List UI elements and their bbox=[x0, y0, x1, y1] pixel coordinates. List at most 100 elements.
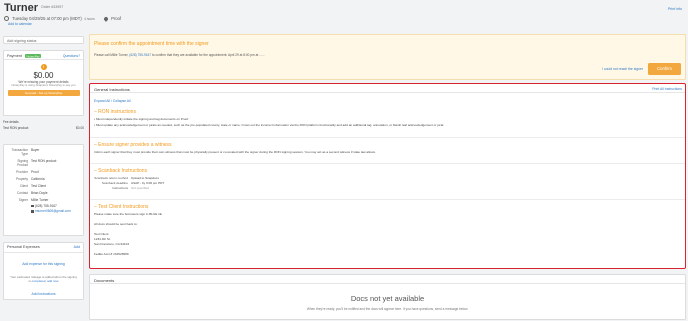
signer-phone: (628) 755-9167 bbox=[35, 203, 57, 208]
signing-details-panel: Transaction Type Buyer Signing Product Tes… bbox=[3, 144, 84, 236]
scanback-key: Scanback return method bbox=[94, 175, 128, 180]
client-line: FedEx Acct # 134526589 bbox=[94, 251, 129, 256]
add-expense-link[interactable]: Add bbox=[74, 245, 80, 250]
witness-title[interactable]: – Ensure signer provides a witness bbox=[94, 142, 681, 149]
fee-details-title: Fee details bbox=[3, 120, 19, 124]
payment-amount: $0.00 bbox=[33, 71, 54, 80]
detail-row: Contact Brian Doyle bbox=[6, 191, 81, 195]
detail-value: Test RON product bbox=[31, 159, 57, 164]
warning-icon: ! bbox=[40, 64, 47, 70]
documents-panel: Documents Docs not yet available When th… bbox=[89, 274, 686, 320]
scanback-instructions: – Scanback Instructions Scanback return … bbox=[94, 168, 681, 190]
add-instructions-link[interactable]: Add instructions bbox=[4, 292, 83, 296]
instructions-title: General Instructions bbox=[94, 87, 130, 92]
signer-name: Millie Turner bbox=[31, 198, 49, 203]
scanback-value: Not specified bbox=[131, 186, 149, 191]
scanback-value: Upload to Snapdocs bbox=[131, 175, 159, 180]
scanback-title[interactable]: – Scanback Instructions bbox=[94, 168, 681, 175]
setup-notarypay-button[interactable]: Get paid - Set up NotaryPay bbox=[7, 89, 80, 96]
ron-item: • Must independently initiate the signin… bbox=[94, 117, 189, 122]
print-all-instructions-link[interactable]: Print All Instructions bbox=[652, 87, 682, 91]
divider bbox=[90, 163, 685, 164]
client-line: All docs should be sent back to: bbox=[94, 222, 138, 227]
confirm-desc-suffix: to confirm that they are available for t… bbox=[151, 53, 265, 57]
location-pin-icon bbox=[103, 16, 109, 22]
fee-price: $0.00 bbox=[76, 125, 84, 130]
print-info-link[interactable]: Print info bbox=[668, 7, 682, 12]
confirm-description: Please call Millie Turner, (628) 755-916… bbox=[94, 53, 264, 57]
scanback-key: Instructions bbox=[112, 186, 128, 191]
docs-empty-subtitle: When they're ready, you'll be notified a… bbox=[306, 306, 469, 311]
ron-item-text: Must update any acknowledgement or jurat… bbox=[95, 122, 445, 127]
add-signing-status-button[interactable]: Add signing status bbox=[3, 36, 84, 44]
detail-key: Transaction Type bbox=[11, 148, 28, 157]
questions-link[interactable]: Questions? bbox=[63, 54, 80, 58]
ron-item-text: Must independently initiate the signing … bbox=[95, 117, 189, 122]
confirm-appointment-panel: Please confirm the appointment time with… bbox=[89, 34, 686, 80]
order-number: Order #33997 bbox=[41, 5, 64, 9]
detail-key: Signing Product bbox=[17, 159, 28, 168]
client-instructions-title[interactable]: – Test Client Instructions bbox=[94, 204, 681, 211]
add-to-calendar-link[interactable]: Add to calendar bbox=[8, 22, 32, 26]
divider bbox=[90, 199, 685, 200]
appointment-location: Proof bbox=[111, 16, 122, 21]
ron-instructions-title[interactable]: – RON instructions bbox=[94, 109, 681, 116]
confirm-button[interactable]: Confirm bbox=[648, 63, 681, 75]
docs-empty-title: Docs not yet available bbox=[350, 294, 425, 303]
detail-value: Test Client bbox=[31, 184, 46, 189]
signer-label: Signer bbox=[18, 198, 28, 203]
fee-details: Fee details Test RON product $0.00 bbox=[3, 120, 84, 130]
scanback-row: Scanback return method Upload to Snapdocs bbox=[94, 176, 681, 180]
appointment-meta: Tuesday 04/29/25 at 07:00 pm (MDT) 4 hou… bbox=[4, 16, 122, 22]
confirm-title: Please confirm the appointment time with… bbox=[94, 41, 209, 47]
page-title: Turner bbox=[4, 2, 39, 14]
payment-panel: Payment NotaryPay Questions? ! $0.00 We'… bbox=[3, 50, 84, 116]
notarypay-badge: NotaryPay bbox=[24, 53, 42, 59]
detail-key: Provider bbox=[16, 170, 28, 175]
scanback-key: Scanback deadline bbox=[101, 180, 128, 185]
completed-link[interactable]: completed bbox=[32, 279, 46, 283]
appointment-duration: 4 hours bbox=[84, 17, 95, 21]
phone-icon bbox=[31, 204, 34, 208]
expand-collapse-link[interactable]: Expand All / Collapse All bbox=[94, 99, 131, 103]
detail-key: Property bbox=[15, 177, 28, 182]
personal-expenses-panel: Personal Expenses Add Add expense for th… bbox=[3, 242, 84, 300]
client-line: Please make sure the borrowers sign in B… bbox=[94, 212, 163, 217]
expenses-title: Personal Expenses bbox=[7, 245, 40, 249]
witness-text: Inform each signer that they must provid… bbox=[94, 150, 376, 155]
page-header: Turner Order #33997 Print info Tuesday 0… bbox=[4, 2, 684, 28]
detail-row: Transaction Type Buyer bbox=[6, 148, 81, 156]
detail-value: Brian Doyle bbox=[31, 191, 48, 196]
clock-icon bbox=[4, 16, 9, 22]
divider bbox=[90, 137, 685, 138]
add-now-link[interactable]: add now bbox=[47, 279, 58, 283]
signer-email-link[interactable]: mturner0608@gmail.com bbox=[35, 209, 71, 213]
scanback-row: Instructions Not specified bbox=[94, 186, 681, 190]
scanback-value: ASAP - by 9:00 pm PDT bbox=[131, 180, 165, 185]
detail-value: California bbox=[31, 177, 45, 182]
email-icon bbox=[31, 210, 34, 213]
client-instructions: – Test Client Instructions Please make s… bbox=[94, 204, 681, 256]
confirm-desc-prefix: Please call Millie Turner, bbox=[94, 53, 129, 57]
detail-key: Contact bbox=[17, 191, 28, 196]
ron-item: • Must update any acknowledgement or jur… bbox=[94, 122, 445, 127]
detail-value: Proof bbox=[31, 170, 39, 175]
add-expense-for-signing-link[interactable]: Add expense for this signing bbox=[4, 262, 83, 266]
signer-row: Signer Millie Turner (628) 755-9167 mtur… bbox=[6, 198, 81, 213]
mileage-note: Your estimated mileage is added when the… bbox=[10, 275, 77, 284]
detail-value: Buyer bbox=[31, 148, 40, 152]
ron-instructions: – RON instructions • Must independently … bbox=[94, 109, 681, 127]
could-not-reach-link[interactable]: I could not reach the signer bbox=[602, 67, 643, 71]
client-line: 1234 4th St. bbox=[94, 236, 111, 241]
signer-info: Millie Turner (628) 755-9167 mturner0608… bbox=[31, 198, 81, 213]
documents-title: Documents bbox=[90, 275, 685, 284]
instructions-header: General Instructions Print All Instructi… bbox=[90, 84, 685, 93]
detail-row: Signing Product Test RON product bbox=[6, 159, 81, 167]
detail-row: Provider Proof bbox=[6, 170, 81, 174]
signer-phone-link[interactable]: (628) 755-9167 bbox=[129, 53, 151, 57]
appointment-date: Tuesday 04/29/25 at 07:00 pm (MDT) bbox=[12, 16, 82, 21]
fee-product: Test RON product bbox=[3, 125, 29, 130]
general-instructions-panel: General Instructions Print All Instructi… bbox=[89, 83, 686, 269]
detail-row: Property California bbox=[6, 177, 81, 181]
scanback-row: Scanback deadline ASAP - by 9:00 pm PDT bbox=[94, 181, 681, 185]
